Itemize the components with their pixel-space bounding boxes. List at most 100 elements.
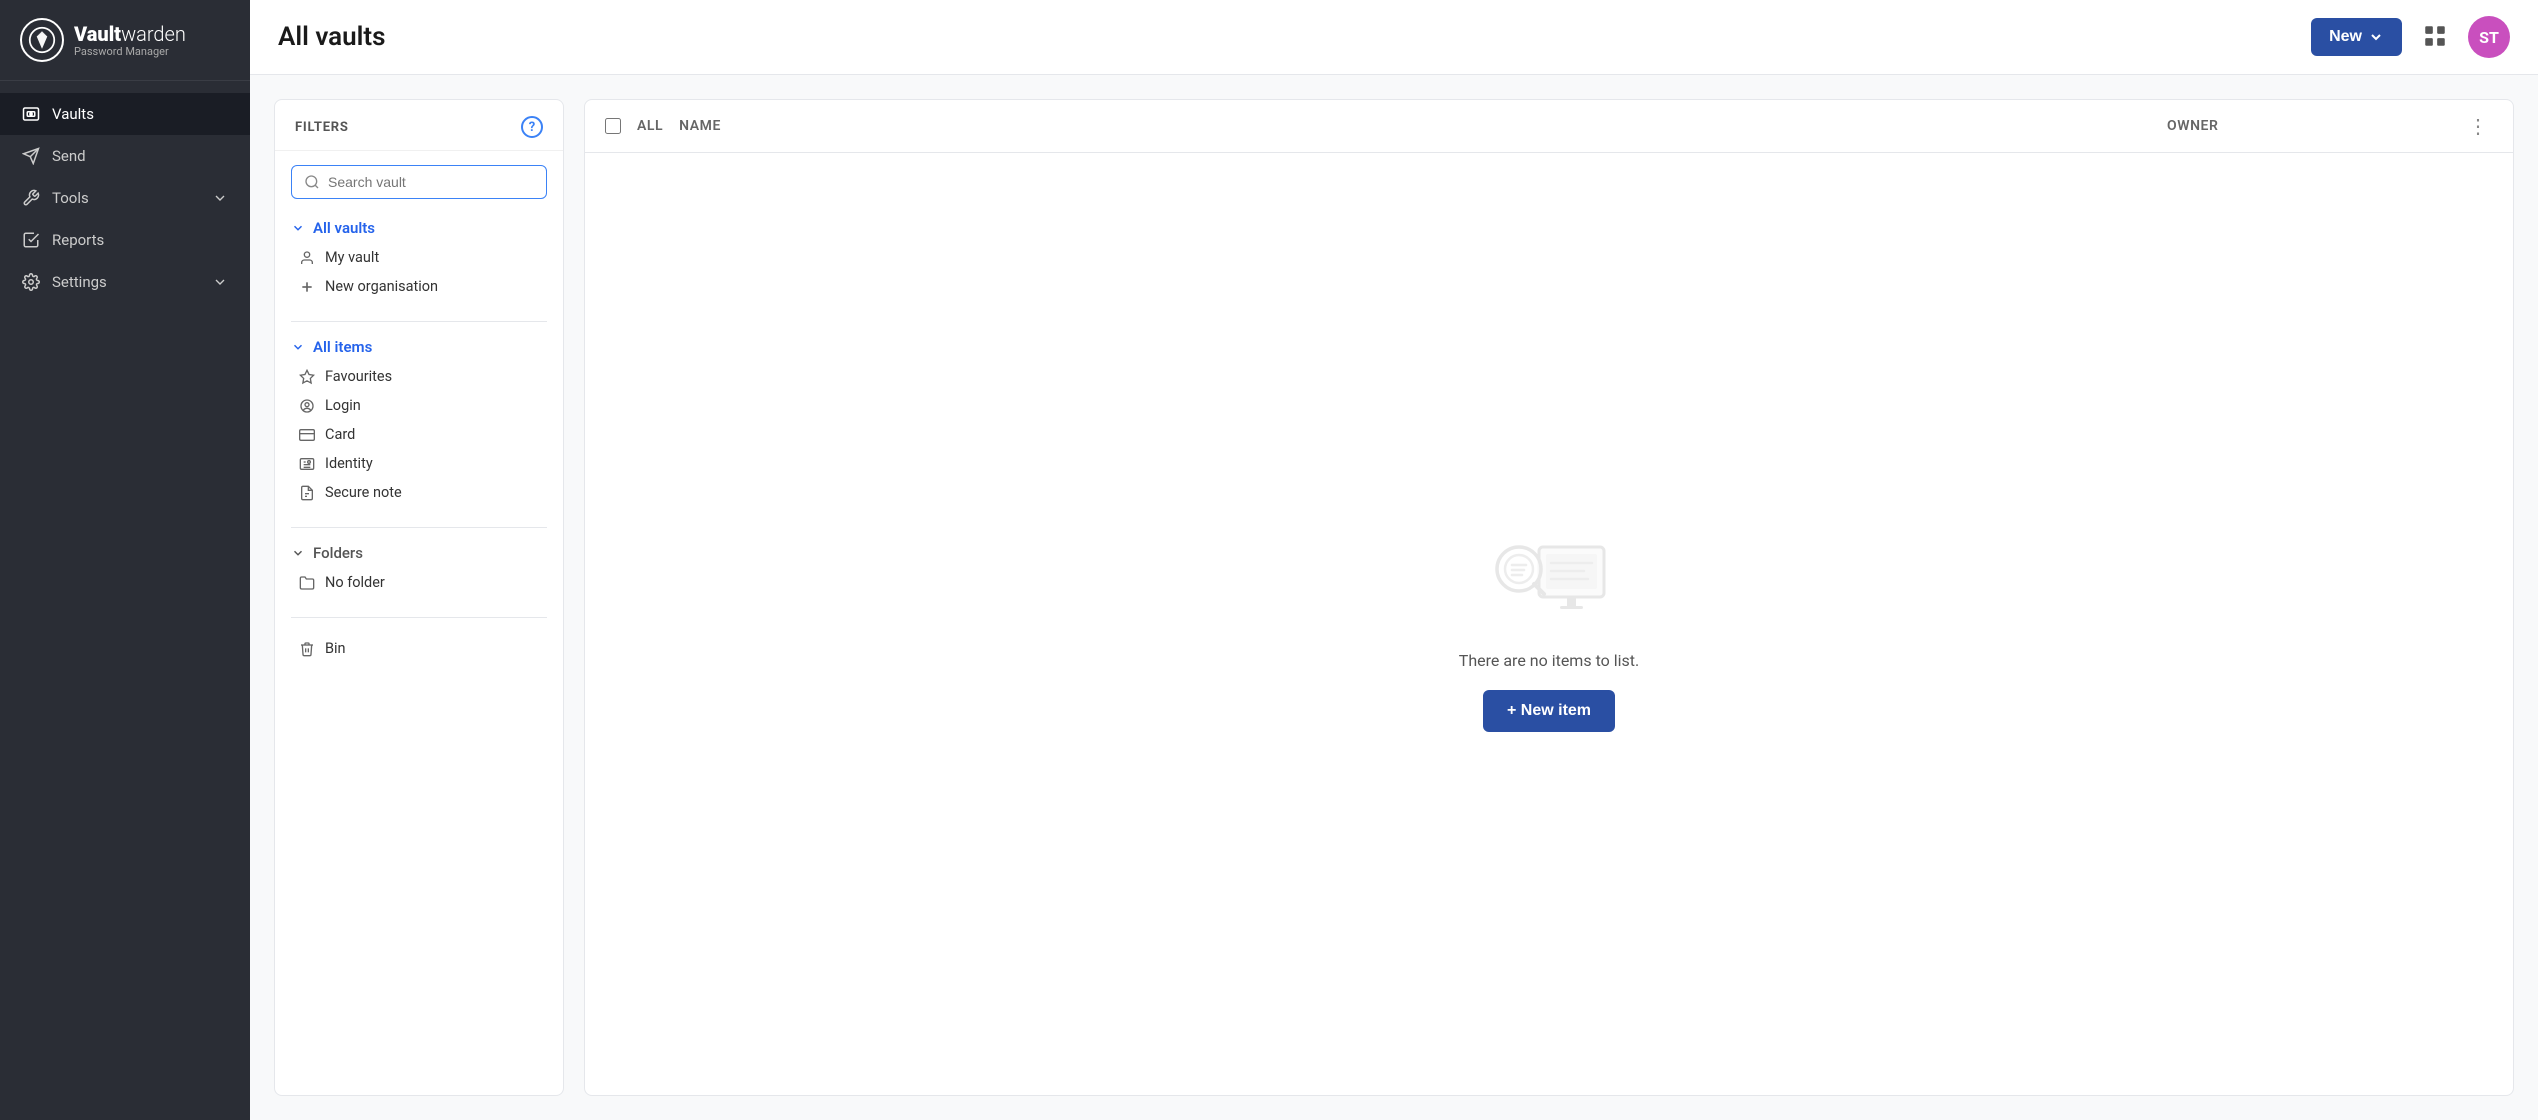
- all-vaults-label: All vaults: [313, 219, 375, 237]
- new-button-label: New: [2329, 28, 2362, 46]
- grid-icon: [2422, 23, 2448, 49]
- tools-chevron-icon: [212, 190, 228, 206]
- table-header: All Name Owner ⋮: [585, 100, 2513, 153]
- vault-area: All Name Owner ⋮: [584, 99, 2514, 1096]
- tools-icon: [22, 189, 40, 207]
- bin-section: Bin: [275, 628, 563, 673]
- logo: Vaultwarden Password Manager: [0, 0, 250, 81]
- empty-illustration: [1484, 517, 1614, 631]
- card-item[interactable]: Card: [291, 420, 547, 449]
- note-icon: [299, 485, 315, 501]
- person-icon: [299, 250, 315, 266]
- identity-icon: [299, 456, 315, 472]
- plus-icon: [299, 279, 315, 295]
- avatar-initials: ST: [2479, 28, 2499, 47]
- sidebar: Vaultwarden Password Manager Vaults Send: [0, 0, 250, 1120]
- login-icon: [299, 398, 315, 414]
- new-button[interactable]: New: [2311, 18, 2402, 56]
- identity-item[interactable]: Identity: [291, 449, 547, 478]
- page-title: All vaults: [278, 22, 2311, 52]
- filters-panel: FILTERS ? All vaults: [274, 99, 564, 1096]
- favourites-label: Favourites: [325, 368, 392, 385]
- vaults-section: All vaults My vault New organisation: [275, 213, 563, 311]
- all-vaults-header[interactable]: All vaults: [291, 219, 547, 237]
- sidebar-item-settings-label: Settings: [52, 273, 107, 291]
- new-item-button[interactable]: + New item: [1483, 690, 1615, 732]
- new-item-button-label: + New item: [1507, 702, 1591, 720]
- search-icon: [304, 174, 320, 190]
- sidebar-item-vaults-label: Vaults: [52, 105, 94, 123]
- sidebar-item-reports-label: Reports: [52, 231, 104, 249]
- bin-item[interactable]: Bin: [291, 634, 547, 663]
- card-icon: [299, 427, 315, 443]
- vault-icon: [22, 105, 40, 123]
- topbar: All vaults New ST: [250, 0, 2538, 75]
- app-name: Vaultwarden: [74, 23, 186, 45]
- select-all-checkbox[interactable]: [605, 118, 621, 134]
- sidebar-item-tools-label: Tools: [52, 189, 89, 207]
- all-items-header[interactable]: All items: [291, 338, 547, 356]
- reports-icon: [22, 231, 40, 249]
- folder-icon: [299, 575, 315, 591]
- content-area: FILTERS ? All vaults: [250, 75, 2538, 1120]
- search-input[interactable]: [328, 174, 534, 190]
- topbar-actions: New ST: [2311, 16, 2510, 58]
- star-icon: [299, 369, 315, 385]
- bin-label: Bin: [325, 640, 346, 657]
- main-area: All vaults New ST: [250, 0, 2538, 1120]
- filters-title: FILTERS: [295, 120, 349, 135]
- collapse-items-icon: [291, 340, 305, 354]
- settings-icon: [22, 273, 40, 291]
- login-label: Login: [325, 397, 361, 414]
- logo-text: Vaultwarden Password Manager: [74, 23, 186, 58]
- sidebar-item-send[interactable]: Send: [0, 135, 250, 177]
- app-subtitle: Password Manager: [74, 45, 186, 58]
- help-icon-label: ?: [529, 120, 535, 135]
- sidebar-nav: Vaults Send Tools Reports: [0, 81, 250, 1120]
- my-vault-label: My vault: [325, 249, 379, 266]
- bin-icon: [299, 641, 315, 657]
- divider-2: [291, 527, 547, 528]
- send-icon: [22, 147, 40, 165]
- no-folder-label: No folder: [325, 574, 385, 591]
- no-folder-item[interactable]: No folder: [291, 568, 547, 597]
- folders-section: Folders No folder: [275, 538, 563, 607]
- table-more-icon[interactable]: ⋮: [2468, 114, 2488, 138]
- login-item[interactable]: Login: [291, 391, 547, 420]
- new-organisation-item[interactable]: New organisation: [291, 272, 547, 301]
- empty-state: There are no items to list. + New item: [585, 153, 2513, 1095]
- sidebar-item-settings[interactable]: Settings: [0, 261, 250, 303]
- chevron-down-icon: [2368, 29, 2384, 45]
- collapse-folders-icon: [291, 546, 305, 560]
- col-name-header: Name: [679, 118, 2151, 134]
- collapse-vaults-icon: [291, 221, 305, 235]
- logo-icon: [20, 18, 64, 62]
- help-icon[interactable]: ?: [521, 116, 543, 138]
- sidebar-item-send-label: Send: [52, 147, 86, 165]
- sidebar-item-reports[interactable]: Reports: [0, 219, 250, 261]
- sidebar-item-vaults[interactable]: Vaults: [0, 93, 250, 135]
- folders-header[interactable]: Folders: [291, 544, 547, 562]
- divider-1: [291, 321, 547, 322]
- new-organisation-label: New organisation: [325, 278, 438, 295]
- my-vault-item[interactable]: My vault: [291, 243, 547, 272]
- grid-view-button[interactable]: [2416, 17, 2454, 58]
- items-section: All items Favourites Login: [275, 332, 563, 517]
- folders-label: Folders: [313, 544, 363, 562]
- select-all-label: All: [637, 118, 663, 134]
- settings-chevron-icon: [212, 274, 228, 290]
- col-actions-header: ⋮: [2463, 114, 2493, 138]
- col-owner-header: Owner: [2167, 118, 2447, 134]
- all-items-label: All items: [313, 338, 372, 356]
- secure-note-label: Secure note: [325, 484, 402, 501]
- sidebar-item-tools[interactable]: Tools: [0, 177, 250, 219]
- avatar[interactable]: ST: [2468, 16, 2510, 58]
- search-box[interactable]: [291, 165, 547, 199]
- empty-message: There are no items to list.: [1459, 651, 1639, 670]
- identity-label: Identity: [325, 455, 373, 472]
- favourites-item[interactable]: Favourites: [291, 362, 547, 391]
- divider-3: [291, 617, 547, 618]
- filters-header: FILTERS ?: [275, 100, 563, 151]
- secure-note-item[interactable]: Secure note: [291, 478, 547, 507]
- card-label: Card: [325, 426, 355, 443]
